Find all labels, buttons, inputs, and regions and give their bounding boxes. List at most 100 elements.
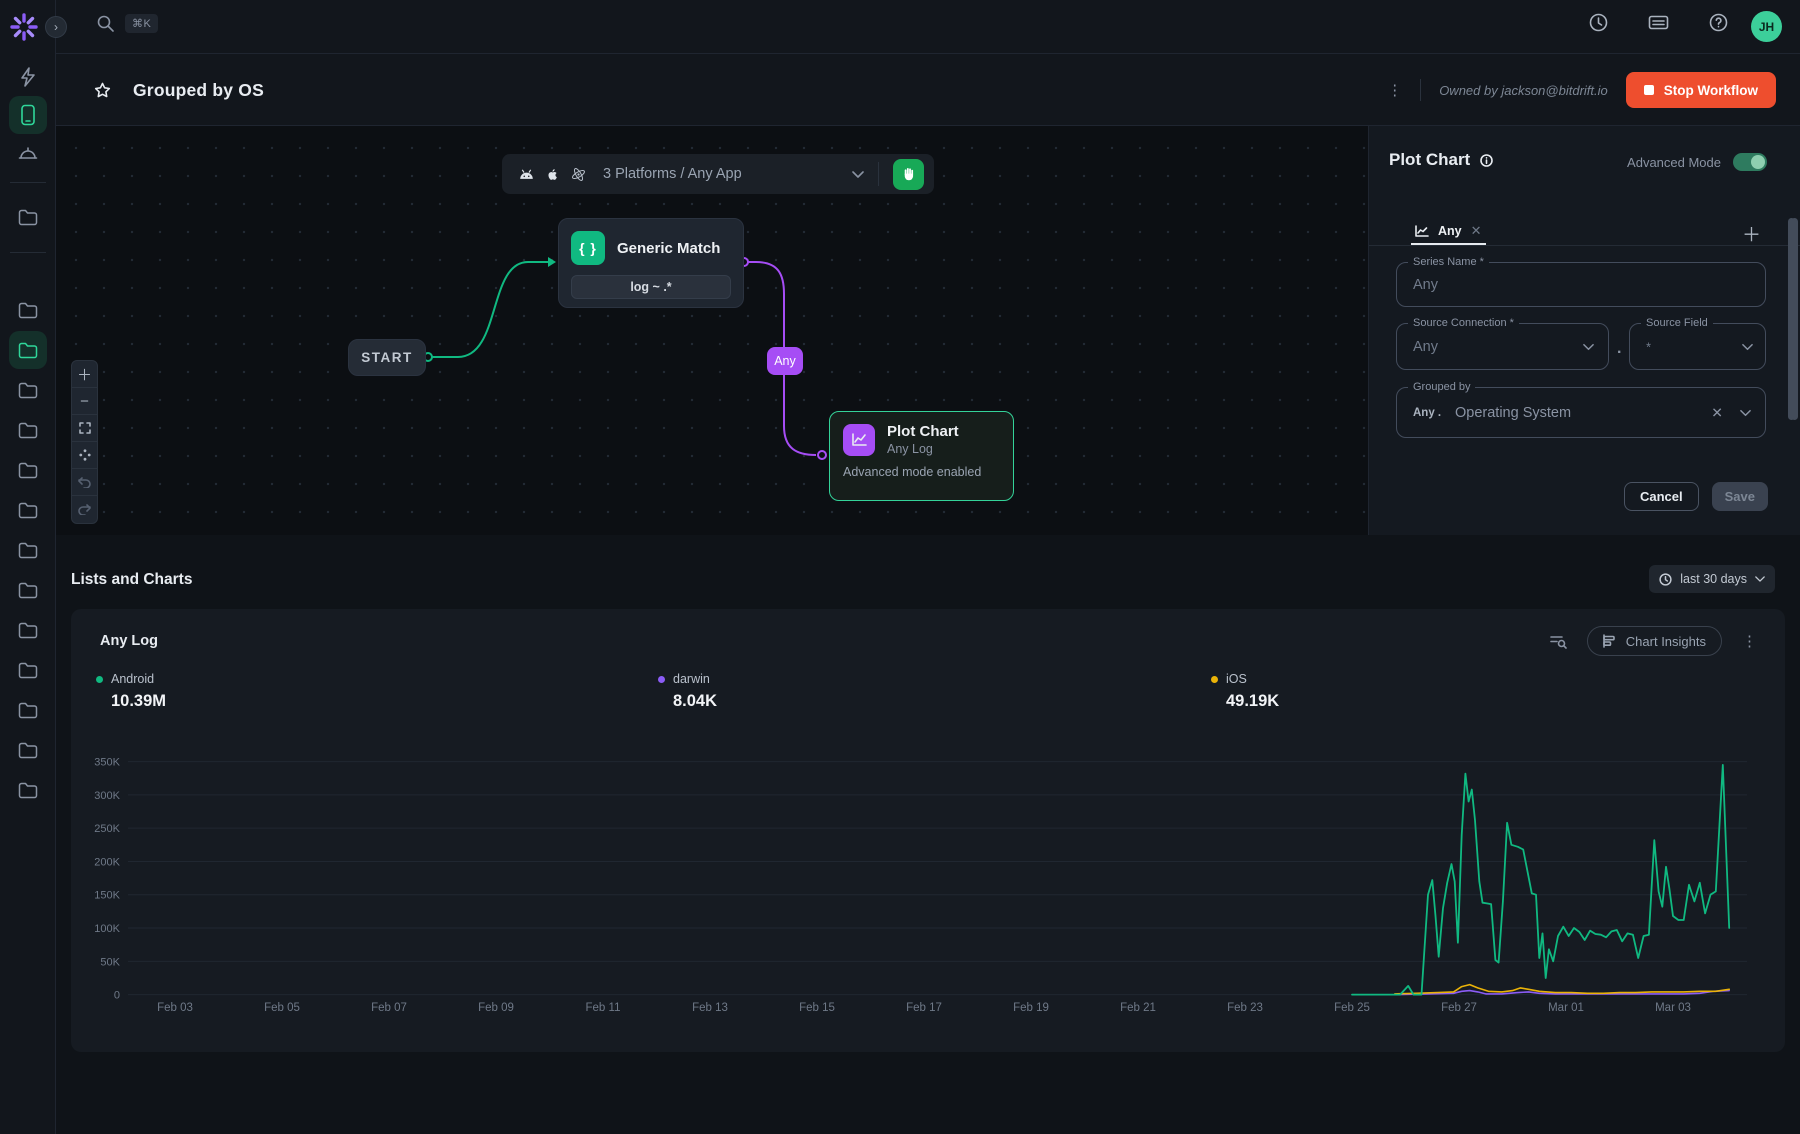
source-connection-value: Any xyxy=(1413,339,1438,355)
line-chart[interactable]: 050K100K150K200K250K300K350KFeb 03Feb 05… xyxy=(71,697,1785,1032)
page-title: Grouped by OS xyxy=(133,80,264,101)
svg-text:150K: 150K xyxy=(94,890,120,902)
folder-icon xyxy=(18,782,38,799)
sidebar-folder[interactable] xyxy=(13,295,43,325)
platform-selector[interactable]: 3 Platforms / Any App xyxy=(502,154,934,194)
android-icon xyxy=(518,167,535,181)
apple-icon xyxy=(545,166,560,183)
grouped-by-field[interactable]: Grouped by Any . Operating System ✕ xyxy=(1396,387,1766,438)
plot-chart-node[interactable]: Plot Chart Any Log Advanced mode enabled xyxy=(829,411,1014,501)
sidebar-expand-button[interactable]: › xyxy=(45,16,67,38)
tab-any-series[interactable]: Any ✕ xyxy=(1411,218,1486,245)
chart-menu-button[interactable]: ⋮ xyxy=(1742,634,1757,649)
chart-insights-button[interactable]: Chart Insights xyxy=(1587,626,1722,656)
series-name-field[interactable]: Series Name * Any xyxy=(1396,262,1766,307)
app-root: › ⌘K JH Grouped by OS xyxy=(0,0,1800,1134)
source-field-select[interactable]: Source Field * xyxy=(1629,323,1766,370)
zoom-in-button[interactable]: ＋ xyxy=(72,361,97,388)
source-connection-select[interactable]: Source Connection * Any xyxy=(1396,323,1609,370)
svg-text:0: 0 xyxy=(114,990,120,1002)
fit-view-button[interactable] xyxy=(72,415,97,442)
edge-label-any[interactable]: Any xyxy=(767,347,803,375)
generic-match-node[interactable]: { } Generic Match log ~ .* xyxy=(558,218,744,308)
grouped-by-prefix: Any . xyxy=(1413,407,1441,419)
sidebar-folder[interactable] xyxy=(13,695,43,725)
svg-text:Feb 25: Feb 25 xyxy=(1334,1002,1370,1014)
time-range-select[interactable]: last 30 days xyxy=(1649,565,1775,593)
avatar[interactable]: JH xyxy=(1751,11,1782,42)
advanced-mode-toggle[interactable] xyxy=(1733,153,1767,171)
list-search-icon[interactable] xyxy=(1550,634,1567,649)
workflow-canvas[interactable]: 3 Platforms / Any App START { } Generic … xyxy=(56,126,1368,535)
sidebar-folder[interactable] xyxy=(13,495,43,525)
sidebar-item-devices[interactable] xyxy=(9,96,47,134)
undo-button[interactable] xyxy=(72,469,97,496)
stop-icon xyxy=(1644,85,1654,95)
node-title: Generic Match xyxy=(617,240,720,257)
match-rule: log ~ .* xyxy=(571,275,731,299)
source-field-label: Source Field xyxy=(1641,317,1713,329)
svg-text:50K: 50K xyxy=(100,956,120,968)
close-tab-icon[interactable]: ✕ xyxy=(1471,223,1482,239)
chevron-down-icon xyxy=(1742,343,1753,350)
folder-icon xyxy=(18,342,38,359)
chevron-down-icon xyxy=(1583,343,1594,350)
legend-dot xyxy=(1211,676,1218,683)
sidebar-item-workflows[interactable] xyxy=(13,62,43,92)
sidebar-item-alerts[interactable] xyxy=(13,139,43,169)
svg-text:Feb 19: Feb 19 xyxy=(1013,1002,1049,1014)
sidebar-folder[interactable] xyxy=(13,455,43,485)
history-icon[interactable] xyxy=(1589,13,1608,32)
source-connection-label: Source Connection * xyxy=(1408,317,1519,329)
series-name-label: Series Name * xyxy=(1408,256,1489,268)
svg-text:Feb 23: Feb 23 xyxy=(1227,1002,1263,1014)
sidebar-divider xyxy=(10,252,46,253)
folder-icon xyxy=(18,382,38,399)
node-subtitle: Any Log xyxy=(887,442,959,456)
search-icon[interactable] xyxy=(96,14,115,33)
sidebar-folder[interactable] xyxy=(13,202,43,232)
favorite-star-icon[interactable] xyxy=(94,82,111,99)
save-button[interactable]: Save xyxy=(1712,482,1768,511)
advanced-mode-label: Advanced Mode xyxy=(1627,155,1721,170)
sidebar-folder[interactable] xyxy=(13,655,43,685)
clear-icon[interactable]: ✕ xyxy=(1711,404,1723,421)
legend-dot xyxy=(96,676,103,683)
sidebar-divider xyxy=(10,182,46,183)
section-title: Lists and Charts xyxy=(71,571,192,589)
hand-icon xyxy=(901,166,917,182)
stop-workflow-button[interactable]: Stop Workflow xyxy=(1626,72,1776,108)
sidebar-folder[interactable] xyxy=(13,735,43,765)
redo-button[interactable] xyxy=(72,496,97,523)
sidebar-folder[interactable] xyxy=(9,331,47,369)
folder-icon xyxy=(18,209,38,226)
svg-text:Feb 03: Feb 03 xyxy=(157,1002,193,1014)
cancel-button[interactable]: Cancel xyxy=(1624,482,1699,511)
owner-label: Owned by jackson@bitdrift.io xyxy=(1439,83,1608,98)
series-name-value: Any xyxy=(1413,277,1438,293)
svg-text:Feb 27: Feb 27 xyxy=(1441,1002,1477,1014)
bitdrift-logo-icon[interactable] xyxy=(9,12,39,42)
keyboard-icon[interactable] xyxy=(1648,14,1669,31)
help-icon[interactable] xyxy=(1709,13,1728,32)
panel-title: Plot Chart xyxy=(1389,150,1470,170)
chevron-down-icon xyxy=(852,171,864,178)
sidebar-folder[interactable] xyxy=(13,575,43,605)
pan-mode-button[interactable] xyxy=(893,159,924,190)
topbar: ⌘K JH xyxy=(56,0,1800,54)
info-icon[interactable] xyxy=(1480,154,1493,167)
sidebar-folder[interactable] xyxy=(13,535,43,565)
zoom-out-button[interactable]: − xyxy=(72,388,97,415)
folder-icon xyxy=(18,582,38,599)
interactivity-button[interactable] xyxy=(72,442,97,469)
start-node[interactable]: START xyxy=(348,339,426,376)
sidebar-folder[interactable] xyxy=(13,615,43,645)
page-scrollbar[interactable] xyxy=(1791,218,1798,420)
series-tabs: Any ✕ ＋ xyxy=(1369,218,1800,246)
add-series-button[interactable]: ＋ xyxy=(1742,220,1761,247)
folder-icon xyxy=(18,542,38,559)
sidebar-folder[interactable] xyxy=(13,775,43,805)
workflow-menu-button[interactable]: ⋮ xyxy=(1387,83,1402,98)
sidebar-folder[interactable] xyxy=(13,415,43,445)
sidebar-folder[interactable] xyxy=(13,375,43,405)
